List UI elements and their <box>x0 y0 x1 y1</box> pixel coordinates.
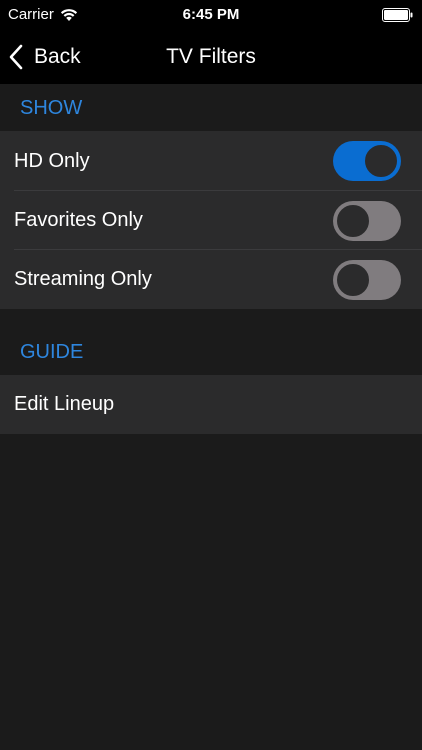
section-header-label: SHOW <box>20 97 83 119</box>
row-edit-lineup[interactable]: Edit Lineup <box>0 375 422 434</box>
tv-filters-screen: Carrier 6:45 PM Back TV Filters SHOW HD … <box>0 0 422 750</box>
row-label: Streaming Only <box>14 268 152 290</box>
battery-icon <box>382 8 413 22</box>
hd-only-toggle[interactable] <box>333 141 401 181</box>
toggle-knob <box>335 261 371 298</box>
row-label: HD Only <box>14 149 90 172</box>
status-time: 6:45 PM <box>182 6 240 23</box>
toggle-knob <box>335 202 371 239</box>
back-button[interactable]: Back <box>6 30 81 84</box>
streaming-only-toggle[interactable] <box>333 259 401 300</box>
back-label: Back <box>34 45 81 68</box>
row-label: Favorites Only <box>14 209 143 231</box>
row-favorites-only[interactable]: Favorites Only <box>0 191 422 250</box>
section-header-show: SHOW <box>0 84 422 131</box>
section-header-label: GUIDE <box>20 341 84 363</box>
row-hd-only[interactable]: HD Only <box>0 131 422 191</box>
toggle-knob <box>363 143 399 179</box>
status-bar: Carrier 6:45 PM <box>0 0 422 30</box>
favorites-only-toggle[interactable] <box>333 200 401 241</box>
chevron-left-icon <box>9 44 23 70</box>
row-streaming-only[interactable]: Streaming Only <box>0 250 422 309</box>
section-header-guide: GUIDE <box>0 309 422 375</box>
navigation-bar: Back TV Filters <box>0 30 422 84</box>
row-label: Edit Lineup <box>14 393 115 415</box>
